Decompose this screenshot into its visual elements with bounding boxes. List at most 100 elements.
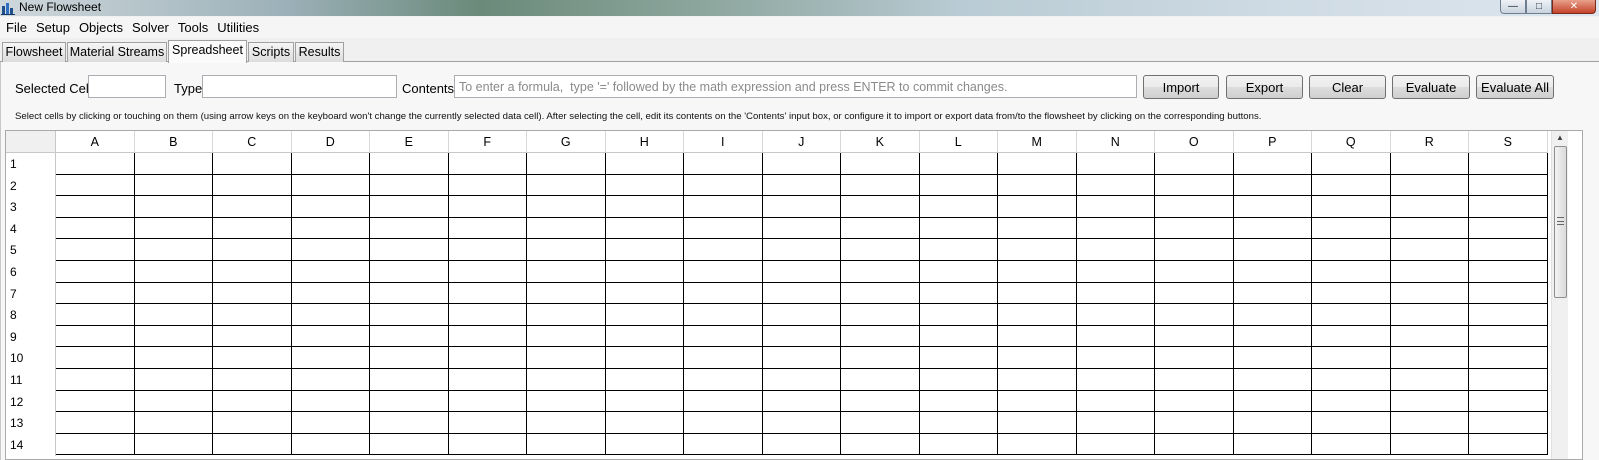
column-header-c[interactable]: C [213,131,292,153]
cell-j11[interactable] [762,369,841,391]
cell-g14[interactable] [527,433,606,456]
cell-f6[interactable] [448,261,527,283]
cell-b3[interactable] [134,196,213,218]
cell-e14[interactable] [370,433,449,456]
cell-b14[interactable] [134,433,213,456]
column-header-a[interactable]: A [56,131,135,153]
cell-q11[interactable] [1312,369,1391,391]
cell-j10[interactable] [762,347,841,369]
maximize-icon[interactable]: □ [1526,0,1552,14]
cell-q9[interactable] [1312,325,1391,348]
cell-a12[interactable] [56,390,135,413]
cell-e2[interactable] [370,174,449,197]
cell-b7[interactable] [134,282,213,305]
cell-p4[interactable] [1233,217,1312,240]
cell-s10[interactable] [1469,347,1548,369]
cell-q14[interactable] [1312,433,1391,456]
cell-e3[interactable] [370,196,449,218]
cell-e10[interactable] [370,347,449,369]
cell-s11[interactable] [1469,369,1548,391]
column-header-f[interactable]: F [448,131,527,153]
cell-d9[interactable] [291,325,370,348]
cell-k6[interactable] [841,261,920,283]
cell-r14[interactable] [1390,433,1469,456]
cell-r11[interactable] [1390,369,1469,391]
cell-q6[interactable] [1312,261,1391,283]
cell-f1[interactable] [448,153,527,175]
column-header-b[interactable]: B [134,131,213,153]
cell-o4[interactable] [1155,217,1234,240]
cell-i9[interactable] [684,325,763,348]
cell-b2[interactable] [134,174,213,197]
row-header-3[interactable]: 3 [6,196,56,219]
cell-f9[interactable] [448,325,527,348]
cell-f11[interactable] [448,369,527,391]
cell-l14[interactable] [919,433,998,456]
cell-o3[interactable] [1155,196,1234,218]
minimize-icon[interactable]: — [1500,0,1526,14]
cell-g12[interactable] [527,390,606,413]
cell-i3[interactable] [684,196,763,218]
cell-m8[interactable] [998,304,1077,326]
cell-n5[interactable] [1076,239,1155,261]
cell-o9[interactable] [1155,325,1234,348]
cell-c2[interactable] [213,174,292,197]
menu-objects[interactable]: Objects [75,17,127,38]
cell-a9[interactable] [56,325,135,348]
cell-a1[interactable] [56,153,135,175]
cell-k5[interactable] [841,239,920,261]
cell-c3[interactable] [213,196,292,218]
cell-l6[interactable] [919,261,998,283]
column-header-h[interactable]: H [605,131,684,153]
cell-g6[interactable] [527,261,606,283]
cell-k3[interactable] [841,196,920,218]
cell-p13[interactable] [1233,412,1312,434]
column-header-q[interactable]: Q [1312,131,1391,153]
cell-r13[interactable] [1390,412,1469,434]
cell-m10[interactable] [998,347,1077,369]
cell-d4[interactable] [291,217,370,240]
cell-a3[interactable] [56,196,135,218]
tab-spreadsheet[interactable]: Spreadsheet [168,40,247,63]
cell-j3[interactable] [762,196,841,218]
cell-l10[interactable] [919,347,998,369]
column-header-m[interactable]: M [998,131,1077,153]
cell-o12[interactable] [1155,390,1234,413]
cell-m12[interactable] [998,390,1077,413]
tab-results[interactable]: Results [295,42,344,62]
cell-b9[interactable] [134,325,213,348]
row-header-11[interactable]: 11 [6,369,56,391]
cell-h4[interactable] [605,217,684,240]
cell-n4[interactable] [1076,217,1155,240]
cell-i11[interactable] [684,369,763,391]
cell-d13[interactable] [291,412,370,434]
cell-q7[interactable] [1312,282,1391,305]
cell-c10[interactable] [213,347,292,369]
cell-p3[interactable] [1233,196,1312,218]
cell-m13[interactable] [998,412,1077,434]
menu-file[interactable]: File [2,17,31,38]
cell-h13[interactable] [605,412,684,434]
cell-j13[interactable] [762,412,841,434]
cell-d10[interactable] [291,347,370,369]
cell-m5[interactable] [998,239,1077,261]
cell-i4[interactable] [684,217,763,240]
type-input[interactable] [202,75,397,98]
cell-a13[interactable] [56,412,135,434]
cell-c12[interactable] [213,390,292,413]
row-header-12[interactable]: 12 [6,390,56,413]
cell-f13[interactable] [448,412,527,434]
cell-r4[interactable] [1390,217,1469,240]
cell-n13[interactable] [1076,412,1155,434]
cell-d12[interactable] [291,390,370,413]
cell-p10[interactable] [1233,347,1312,369]
menu-tools[interactable]: Tools [174,17,212,38]
cell-s4[interactable] [1469,217,1548,240]
cell-s14[interactable] [1469,433,1548,456]
row-header-10[interactable]: 10 [6,347,56,370]
cell-s2[interactable] [1469,174,1548,197]
cell-o14[interactable] [1155,433,1234,456]
cell-h11[interactable] [605,369,684,391]
grid-corner[interactable] [6,131,56,153]
cell-s1[interactable] [1469,153,1548,175]
